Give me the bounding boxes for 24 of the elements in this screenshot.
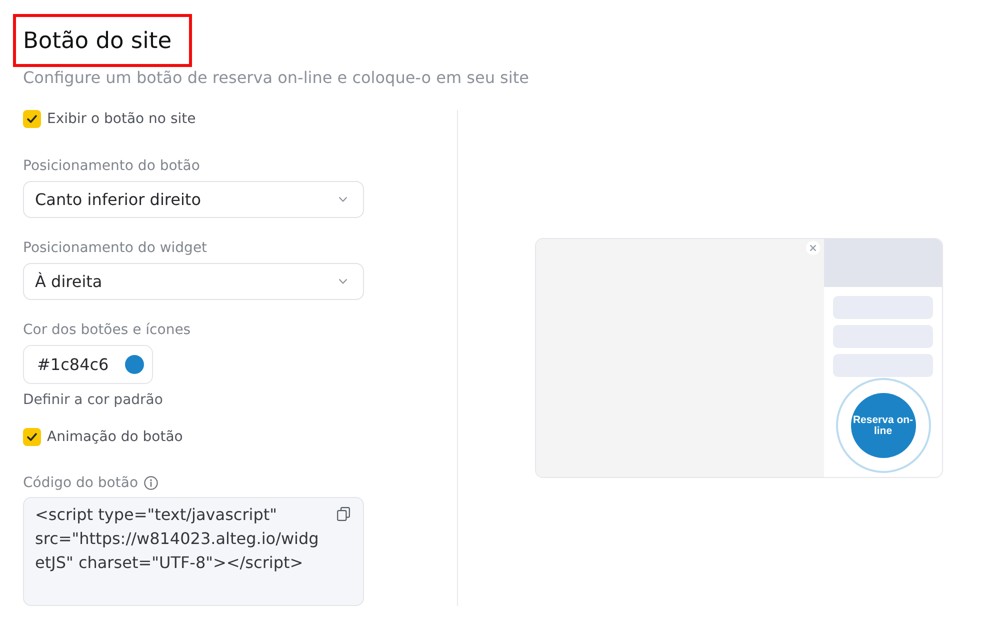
field-label: Cor dos botões e ícones [23,322,191,338]
color-input-field[interactable]: #1c84c6 [23,345,153,384]
page-subtitle: Configure um botão de reserva on-line e coloque-o em seu site [23,68,529,87]
dropdown[interactable]: À direita [23,263,364,300]
field-label: Posicionamento do widget [23,240,208,256]
checkbox-label: Exibir o botão no site [47,110,196,128]
chevron-down-icon [339,279,347,284]
code-field[interactable]: <script type="text/javascript" src="https://w814023.alteg.io/widgetJS" charset="UTF-8"></script> [23,497,364,606]
reset-color-link[interactable]: Definir a cor padrão [23,392,163,408]
copy-icon[interactable] [337,507,350,521]
info-icon[interactable] [144,476,158,490]
close-icon[interactable] [806,241,820,255]
booking-button[interactable]: Reserva on-line [850,393,916,458]
check-icon [27,115,37,123]
field-label: Código do botão [23,474,138,492]
swatch-icon[interactable] [125,355,144,374]
checkbox[interactable] [23,110,41,128]
checkbox[interactable] [23,428,41,446]
check-icon [27,433,37,441]
page-title: Botão do site [23,27,172,56]
chevron-down-icon [339,197,347,202]
dropdown[interactable]: Canto inferior direito [23,181,364,218]
checkbox-label: Animação do botão [47,428,183,446]
field-label: Posicionamento do botão [23,158,200,174]
